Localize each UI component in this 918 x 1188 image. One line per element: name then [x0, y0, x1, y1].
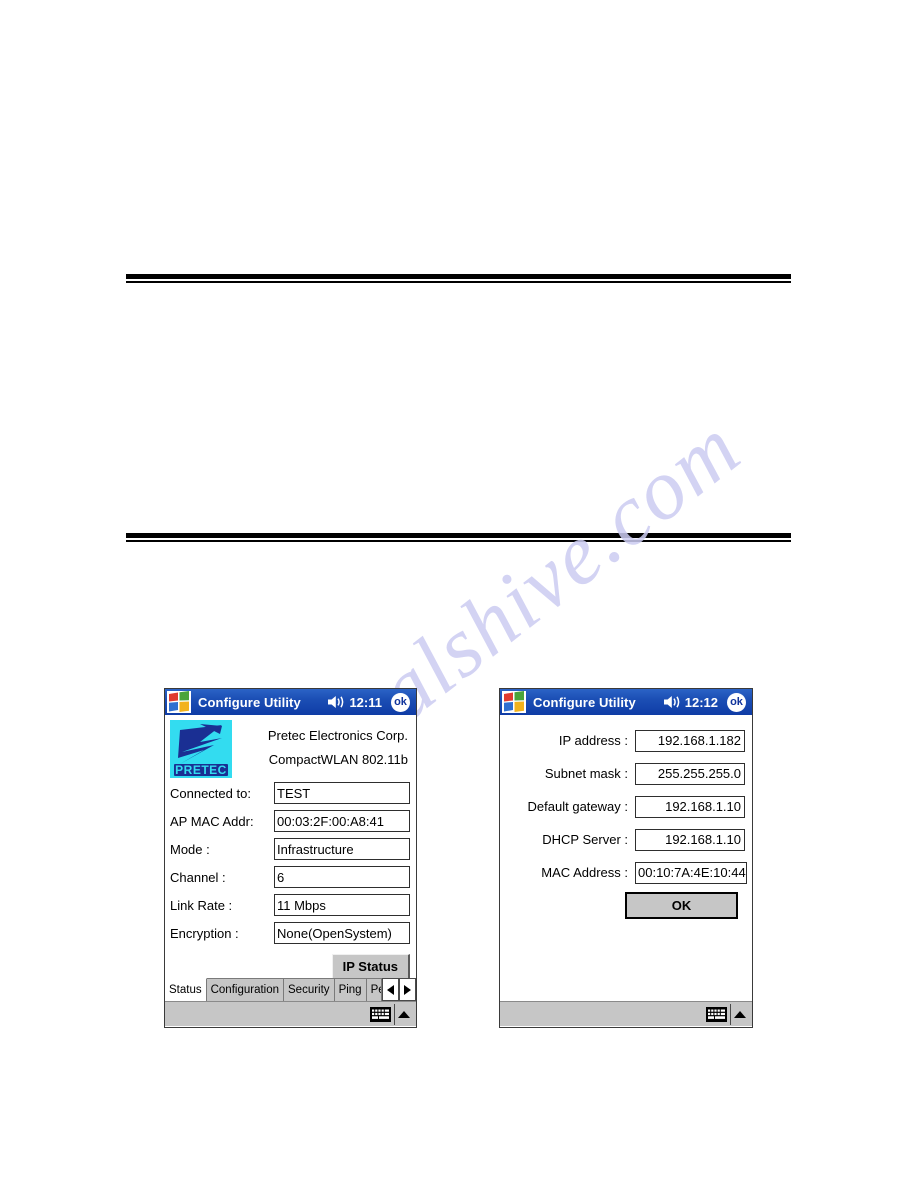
ipstatus-window-titlebar: Configure Utility 12:12 ok — [500, 689, 752, 715]
connected-to-field[interactable]: TEST — [274, 782, 410, 804]
brand-text-block: Pretec Electronics Corp. CompactWLAN 802… — [232, 720, 410, 772]
ip-label: Default gateway : — [527, 799, 628, 814]
channel-field[interactable]: 6 — [274, 866, 410, 888]
tab-configuration[interactable]: Configuration — [206, 978, 285, 1001]
dhcp-server-field[interactable]: 192.168.1.10 — [635, 828, 745, 851]
ip-field-list: IP address : 192.168.1.182 Subnet mask :… — [500, 715, 752, 919]
sip-divider — [394, 1003, 395, 1025]
default-gateway-field[interactable]: 192.168.1.10 — [635, 795, 745, 818]
windows-logo-icon — [502, 691, 526, 713]
configure-utility-status-window: Configure Utility 12:11 ok PRETEC Pretec… — [164, 688, 417, 1028]
triangle-left-icon — [387, 984, 394, 995]
ap-mac-addr-field[interactable]: 00:03:2F:00:A8:41 — [274, 810, 410, 832]
status-window-sip-taskbar — [165, 1001, 416, 1026]
field-row-mode: Mode : Infrastructure — [170, 836, 410, 862]
mode-field[interactable]: Infrastructure — [274, 838, 410, 860]
ipstatus-window-body: IP address : 192.168.1.182 Subnet mask :… — [500, 715, 752, 1001]
brand-company: Pretec Electronics Corp. — [267, 728, 408, 743]
field-label: Mode : — [170, 841, 210, 857]
tab-security[interactable]: Security — [284, 978, 335, 1001]
mac-address-field[interactable]: 00:10:7A:4E:10:44 — [635, 861, 747, 884]
ipstatus-window-title: Configure Utility — [533, 694, 636, 710]
encryption-field[interactable]: None(OpenSystem) — [274, 922, 410, 944]
tab-strip: Status Configuration Security Ping Pe — [165, 978, 416, 1001]
ip-label: DHCP Server : — [542, 832, 628, 847]
field-row-channel: Channel : 6 — [170, 864, 410, 890]
titlebar-right-cluster: 12:12 ok — [663, 692, 748, 712]
ipstatus-window-sip-taskbar — [500, 1001, 752, 1026]
status-field-list: Connected to: TEST AP MAC Addr: 00:03:2F… — [165, 778, 416, 946]
ip-status-button[interactable]: IP Status — [331, 954, 410, 980]
svg-text:PRETEC: PRETEC — [175, 763, 227, 777]
ip-label: MAC Address : — [541, 865, 628, 880]
sip-expand-arrow-icon[interactable] — [398, 1010, 410, 1018]
brand-row: PRETEC Pretec Electronics Corp. CompactW… — [165, 715, 416, 778]
ip-status-button-row: IP Status — [165, 948, 416, 980]
titlebar-ok-button[interactable]: ok — [391, 692, 410, 712]
keyboard-icon[interactable] — [370, 1006, 391, 1022]
ok-button[interactable]: OK — [625, 892, 738, 919]
field-label: Link Rate : — [170, 897, 233, 913]
titlebar-ok-button[interactable]: ok — [727, 692, 746, 712]
volume-speaker-icon[interactable] — [663, 695, 681, 709]
sip-expand-arrow-icon[interactable] — [734, 1010, 746, 1018]
field-row-link-rate: Link Rate : 11 Mbps — [170, 892, 410, 918]
pretec-logo-icon: PRETEC — [170, 720, 232, 778]
subnet-mask-field[interactable]: 255.255.255.0 — [635, 762, 745, 785]
tab-scroll-buttons — [382, 978, 416, 1001]
ok-button-row: OK — [504, 889, 745, 919]
titlebar-right-cluster: 12:11 ok — [328, 692, 412, 712]
field-label: Channel : — [170, 869, 226, 885]
horizontal-rule-top — [126, 274, 791, 283]
tab-performance[interactable]: Pe — [366, 978, 382, 1001]
brand-product: CompactWLAN 802.11b — [268, 752, 408, 767]
ip-label: Subnet mask : — [544, 766, 628, 781]
ip-label: IP address : — [558, 733, 628, 748]
ip-row-default-gateway: Default gateway : 192.168.1.10 — [504, 790, 745, 823]
volume-speaker-icon[interactable] — [328, 695, 345, 709]
field-label: AP MAC Addr: — [170, 813, 254, 829]
sip-divider — [730, 1003, 731, 1025]
field-row-encryption: Encryption : None(OpenSystem) — [170, 920, 410, 946]
field-label: Encryption : — [170, 925, 239, 941]
ipstatus-window-clock: 12:12 — [684, 694, 718, 710]
link-rate-field[interactable]: 11 Mbps — [274, 894, 410, 916]
tab-status[interactable]: Status — [165, 978, 207, 1001]
tab-ping[interactable]: Ping — [334, 978, 367, 1001]
tab-scroll-left-button[interactable] — [382, 978, 399, 1001]
triangle-right-icon — [404, 984, 411, 995]
ip-row-ip-address: IP address : 192.168.1.182 — [504, 724, 745, 757]
windows-logo-icon — [167, 691, 191, 713]
tab-scroll-right-button[interactable] — [399, 978, 416, 1001]
field-row-ap-mac-addr: AP MAC Addr: 00:03:2F:00:A8:41 — [170, 808, 410, 834]
configure-utility-ip-status-window: Configure Utility 12:12 ok IP address : … — [499, 688, 753, 1028]
status-window-title: Configure Utility — [198, 694, 301, 710]
status-window-clock: 12:11 — [349, 694, 382, 710]
status-window-body: PRETEC Pretec Electronics Corp. CompactW… — [165, 715, 416, 1001]
ip-row-mac-address: MAC Address : 00:10:7A:4E:10:44 — [504, 856, 747, 889]
keyboard-icon[interactable] — [706, 1006, 727, 1022]
status-window-titlebar: Configure Utility 12:11 ok — [165, 689, 416, 715]
ip-address-field[interactable]: 192.168.1.182 — [635, 729, 745, 752]
field-label: Connected to: — [170, 785, 251, 801]
ip-row-dhcp-server: DHCP Server : 192.168.1.10 — [504, 823, 745, 856]
ip-row-subnet-mask: Subnet mask : 255.255.255.0 — [504, 757, 745, 790]
field-row-connected-to: Connected to: TEST — [170, 780, 410, 806]
horizontal-rule-bottom — [126, 533, 791, 542]
